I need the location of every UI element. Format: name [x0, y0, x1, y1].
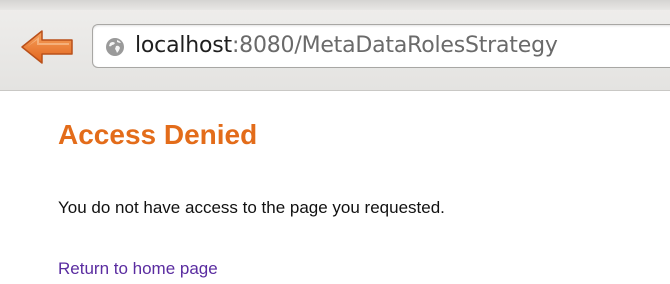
back-arrow-icon: [21, 30, 73, 64]
toolbar-top-edge: [0, 0, 670, 10]
url-text: localhost:8080/MetaDataRolesStrategy: [135, 33, 558, 59]
url-path: :8080/MetaDataRolesStrategy: [231, 33, 558, 58]
url-host: localhost: [135, 33, 232, 58]
back-button[interactable]: [18, 27, 78, 67]
globe-icon: [105, 37, 125, 57]
browser-toolbar: localhost:8080/MetaDataRolesStrategy: [0, 0, 670, 91]
return-home-link[interactable]: Return to home page: [58, 258, 218, 280]
page-title: Access Denied: [58, 119, 258, 150]
access-denied-message: You do not have access to the page you r…: [58, 198, 445, 217]
address-bar[interactable]: localhost:8080/MetaDataRolesStrategy: [92, 24, 670, 68]
